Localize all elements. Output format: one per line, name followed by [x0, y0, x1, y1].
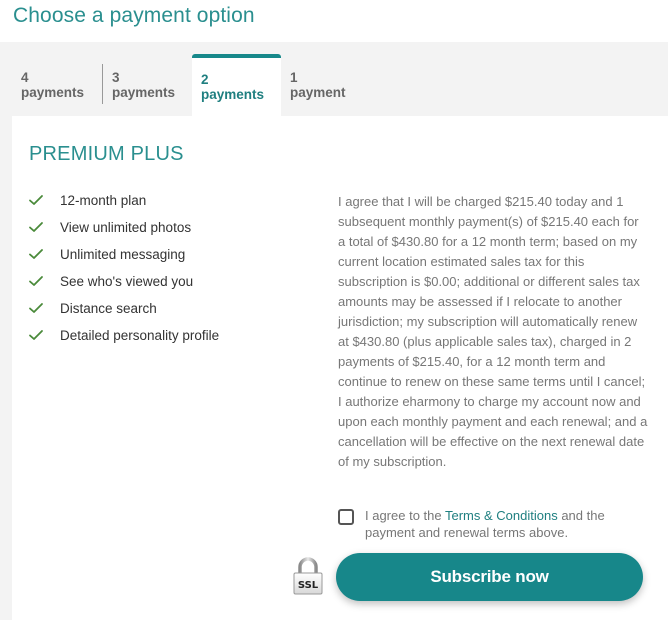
agreement-row: I agree to the Terms & Conditions and th…: [338, 507, 638, 541]
feature-item: Unlimited messaging: [28, 246, 228, 263]
feature-list: 12-month plan View unlimited photos Unli…: [28, 192, 228, 354]
tab-1-payment[interactable]: 1 payment: [281, 54, 359, 116]
check-icon: [29, 249, 43, 259]
subscribe-now-button[interactable]: Subscribe now: [336, 553, 643, 601]
tab-4-payments[interactable]: 4 payments: [12, 54, 103, 116]
feature-item: 12-month plan: [28, 192, 228, 209]
agreement-prefix: I agree to the: [365, 508, 445, 523]
payment-tabs: 4 payments 3 payments 2 payments 1 payme…: [12, 54, 359, 116]
feature-label: Unlimited messaging: [60, 247, 186, 262]
tab-label: 2 payments: [201, 72, 265, 102]
feature-label: Detailed personality profile: [60, 328, 220, 343]
feature-item: See who's viewed you: [28, 273, 228, 290]
check-icon: [29, 222, 43, 232]
check-icon: [29, 276, 43, 286]
agreement-text: I agree to the Terms & Conditions and th…: [365, 507, 638, 541]
check-icon: [29, 330, 43, 340]
tab-2-payments[interactable]: 2 payments: [192, 54, 281, 116]
feature-label: 12-month plan: [60, 193, 147, 208]
tab-label: 4 payments: [21, 70, 85, 100]
payment-terms-text: I agree that I will be charged $215.40 t…: [338, 194, 648, 469]
tab-label: 1 payment: [290, 70, 346, 100]
tab-3-payments[interactable]: 3 payments: [103, 54, 192, 116]
feature-label: Distance search: [60, 301, 157, 316]
feature-item: Detailed personality profile: [28, 327, 228, 344]
feature-item: View unlimited photos: [28, 219, 228, 236]
check-icon: [29, 303, 43, 313]
check-icon: [29, 195, 43, 205]
left-gutter: [0, 116, 12, 620]
feature-item: Distance search: [28, 300, 228, 317]
ssl-label: SSL: [298, 580, 319, 591]
ssl-lock-icon: SSL: [293, 557, 323, 595]
page-title: Choose a payment option: [13, 4, 255, 27]
feature-label: See who's viewed you: [60, 274, 194, 289]
terms-conditions-link[interactable]: Terms & Conditions: [445, 508, 558, 523]
plan-title: PREMIUM PLUS: [29, 143, 184, 165]
tab-label: 3 payments: [112, 70, 176, 100]
feature-label: View unlimited photos: [60, 220, 192, 235]
agree-checkbox[interactable]: [338, 509, 354, 525]
